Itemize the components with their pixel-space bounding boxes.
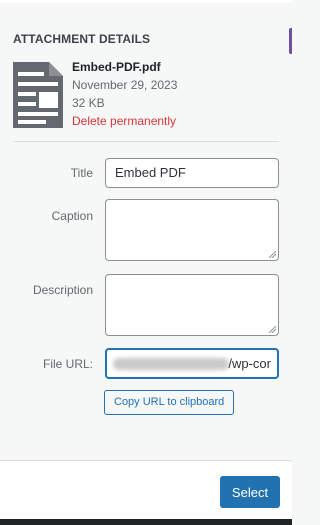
attachment-details: Attachment Details Embed-PDF.pdf Novembe… [13,32,279,130]
bottom-edge [0,519,292,525]
scroll-accent [289,28,292,54]
file-name: Embed-PDF.pdf [72,60,161,74]
file-url-value: /wp-cor [228,356,271,371]
file-url-input[interactable]: /wp-cor [105,348,279,379]
description-textarea[interactable] [105,274,279,336]
copy-url-button[interactable]: Copy URL to clipboard [104,390,235,415]
attachment-details-heading: Attachment Details [13,32,151,46]
resize-grip-icon[interactable] [269,251,276,258]
top-edge [0,0,292,3]
file-info: Embed-PDF.pdf November 29, 2023 32 KB De… [72,58,177,130]
document-icon [13,62,63,128]
upload-date: November 29, 2023 [72,78,178,92]
file-url-label: File URL: [42,357,93,371]
divider [13,141,279,142]
redacted-url-blur [113,358,229,370]
title-input[interactable]: Embed PDF [105,158,279,188]
caption-textarea[interactable] [105,199,279,261]
title-label: Title [70,166,93,180]
file-summary: Embed-PDF.pdf November 29, 2023 32 KB De… [13,60,279,130]
caption-label: Caption [51,209,93,223]
file-size: 32 KB [72,96,105,110]
attachment-details-panel: Attachment Details Embed-PDF.pdf Novembe… [0,0,292,525]
delete-permanently-link[interactable]: Delete permanently [72,114,176,128]
description-label: Description [32,283,93,297]
select-button[interactable]: Select [220,476,280,508]
resize-grip-icon[interactable] [269,326,276,333]
